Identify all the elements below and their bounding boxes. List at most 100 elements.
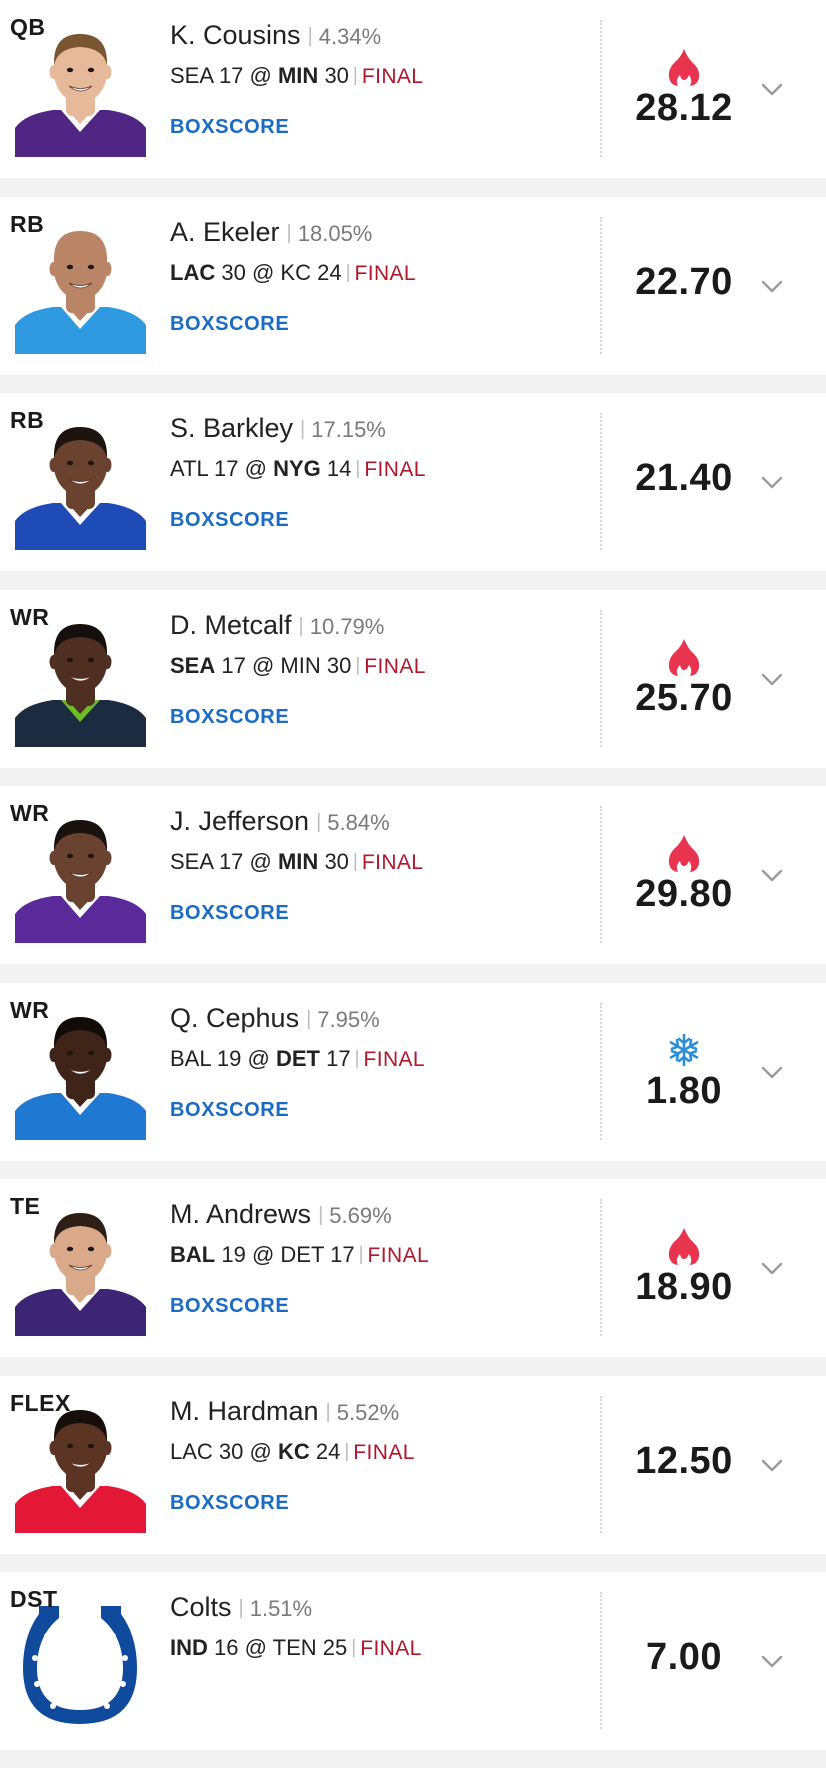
- game-status: FINAL: [361, 65, 424, 88]
- dotted-divider: [600, 1199, 602, 1336]
- dotted-divider: [600, 1592, 602, 1729]
- separator: |: [352, 851, 358, 872]
- separator: |: [358, 1244, 364, 1265]
- player-name[interactable]: M. Andrews: [170, 1199, 311, 1229]
- points-area: 1.80: [610, 983, 758, 1161]
- player-card[interactable]: TE M. Andrews | 5.69% BAL 19 @ DET 17 | FINAL B…: [0, 1179, 826, 1357]
- boxscore-row: BOXSCORE: [170, 289, 416, 336]
- separator: |: [298, 614, 304, 637]
- player-name[interactable]: J. Jefferson: [170, 806, 309, 836]
- dotted-divider: [600, 1395, 602, 1533]
- dotted-divider: [600, 1002, 602, 1140]
- away-score: 30: [221, 259, 246, 285]
- fantasy-points: 12.50: [635, 1439, 733, 1482]
- position-label: WR: [10, 996, 50, 1023]
- player-card[interactable]: WR D. Metcalf | 10.79% SEA 17 @ MIN 30 | FINAL…: [0, 589, 826, 768]
- boxscore-link[interactable]: BOXSCORE: [170, 902, 289, 925]
- boxscore-row: BOXSCORE: [170, 485, 426, 532]
- game-line: BAL 19 @ DET 17 | FINAL: [170, 1045, 426, 1071]
- boxscore-link[interactable]: BOXSCORE: [170, 1492, 289, 1515]
- dotted-divider: [600, 609, 602, 747]
- position-label: TE: [10, 1193, 41, 1219]
- chevron-down-icon[interactable]: [758, 75, 786, 103]
- away-team: SEA: [170, 63, 213, 88]
- boxscore-link[interactable]: BOXSCORE: [170, 313, 289, 336]
- home-team: MIN: [277, 849, 319, 874]
- separator: |: [238, 1597, 244, 1619]
- home-score: 30: [324, 849, 349, 874]
- player-name[interactable]: S. Barkley: [170, 413, 293, 443]
- roster-percent: 7.95%: [317, 1006, 380, 1032]
- separator: |: [355, 458, 361, 479]
- flame-icon: [664, 1226, 704, 1266]
- chevron-down-icon[interactable]: [758, 861, 786, 889]
- points-area: 25.70: [610, 590, 758, 768]
- game-line: LAC 30 @ KC 24 | FINAL: [170, 259, 417, 285]
- away-team: SEA: [170, 849, 213, 874]
- home-score: 24: [317, 259, 342, 285]
- boxscore-row: BOXSCORE: [170, 878, 423, 925]
- roster-percent: 17.15%: [311, 417, 386, 442]
- player-card[interactable]: WR Q. Cephus | 7.95% BAL 19 @ DET 17 | FINAL BO…: [0, 982, 826, 1161]
- game-status: FINAL: [354, 261, 417, 285]
- separator: |: [316, 811, 322, 833]
- game-line: IND 16 @ TEN 25 | FINAL: [170, 1635, 422, 1660]
- separator: |: [300, 418, 306, 440]
- game-status: FINAL: [361, 851, 424, 874]
- player-name[interactable]: Q. Cephus: [170, 1003, 299, 1033]
- player-card[interactable]: QB K. Cousins | 4.34% SEA 17 @ MIN 30 | FINAL B…: [0, 0, 826, 178]
- away-score: 19: [221, 1242, 246, 1267]
- player-card[interactable]: FLEX M. Hardman | 5.52% LAC 30 @ KC 24 | FINAL…: [0, 1375, 826, 1554]
- position-label: RB: [10, 407, 45, 433]
- chevron-down-icon[interactable]: [758, 272, 786, 300]
- boxscore-link[interactable]: BOXSCORE: [170, 509, 289, 532]
- away-score: 17: [218, 849, 244, 874]
- dotted-divider: [600, 20, 602, 157]
- player-card[interactable]: WR J. Jefferson | 5.84% SEA 17 @ MIN 30 | FINA…: [0, 786, 826, 964]
- player-name[interactable]: K. Cousins: [170, 20, 301, 50]
- away-score: 17: [214, 456, 239, 481]
- name-line: D. Metcalf | 10.79%: [170, 608, 426, 645]
- chevron-down-icon[interactable]: [758, 1058, 786, 1086]
- chevron-down-icon[interactable]: [758, 1451, 786, 1479]
- away-team: SEA: [170, 652, 216, 678]
- snowflake-icon: [664, 1030, 704, 1070]
- boxscore-row: BOXSCORE: [170, 1075, 425, 1122]
- game-line: ATL 17 @ NYG 14 | FINAL: [170, 456, 426, 481]
- boxscore-link[interactable]: BOXSCORE: [170, 706, 289, 729]
- game-line: SEA 17 @ MIN 30 | FINAL: [170, 652, 426, 678]
- position-label: WR: [10, 603, 50, 630]
- player-card[interactable]: RB A. Ekeler | 18.05% LAC 30 @ KC 24 | FINAL BO…: [0, 196, 826, 375]
- game-line: LAC 30 @ KC 24 | FINAL: [170, 1438, 415, 1464]
- fantasy-points: 28.12: [635, 87, 733, 129]
- player-info: Q. Cephus | 7.95% BAL 19 @ DET 17 | FINAL BOXS…: [170, 1001, 425, 1122]
- player-name[interactable]: A. Ekeler: [170, 217, 280, 247]
- boxscore-row: BOXSCORE: [170, 1271, 429, 1318]
- player-card[interactable]: DST Colts | 1.51% IND 16 @ TEN 25 | FINAL 7.00: [0, 1572, 826, 1750]
- home-score: 25: [322, 1635, 348, 1660]
- away-team: LAC: [170, 1438, 213, 1464]
- roster-percent: 5.84%: [327, 810, 390, 835]
- roster-percent: 5.69%: [329, 1203, 392, 1228]
- player-name[interactable]: D. Metcalf: [170, 610, 292, 640]
- boxscore-link[interactable]: BOXSCORE: [170, 1295, 289, 1318]
- boxscore-link[interactable]: BOXSCORE: [170, 116, 289, 139]
- away-score: 17: [218, 63, 244, 88]
- player-info: Colts | 1.51% IND 16 @ TEN 25 | FINAL: [170, 1590, 422, 1664]
- player-card[interactable]: RB S. Barkley | 17.15% ATL 17 @ NYG 14 | FINAL…: [0, 393, 826, 571]
- separator: |: [344, 1440, 350, 1462]
- player-name[interactable]: Colts: [170, 1592, 232, 1622]
- player-name[interactable]: M. Hardman: [170, 1396, 319, 1426]
- away-team: ATL: [170, 456, 208, 481]
- chevron-down-icon[interactable]: [758, 1647, 786, 1675]
- home-team: NYG: [273, 456, 321, 481]
- chevron-down-icon[interactable]: [758, 1254, 786, 1282]
- chevron-down-icon[interactable]: [758, 665, 786, 693]
- fantasy-points: 29.80: [635, 873, 733, 915]
- name-line: A. Ekeler | 18.05%: [170, 215, 416, 252]
- player-info: D. Metcalf | 10.79% SEA 17 @ MIN 30 | FINAL BO…: [170, 608, 426, 729]
- away-team: BAL: [170, 1242, 216, 1267]
- boxscore-link[interactable]: BOXSCORE: [170, 1099, 289, 1122]
- chevron-down-icon[interactable]: [758, 468, 786, 496]
- home-score: 17: [330, 1242, 355, 1267]
